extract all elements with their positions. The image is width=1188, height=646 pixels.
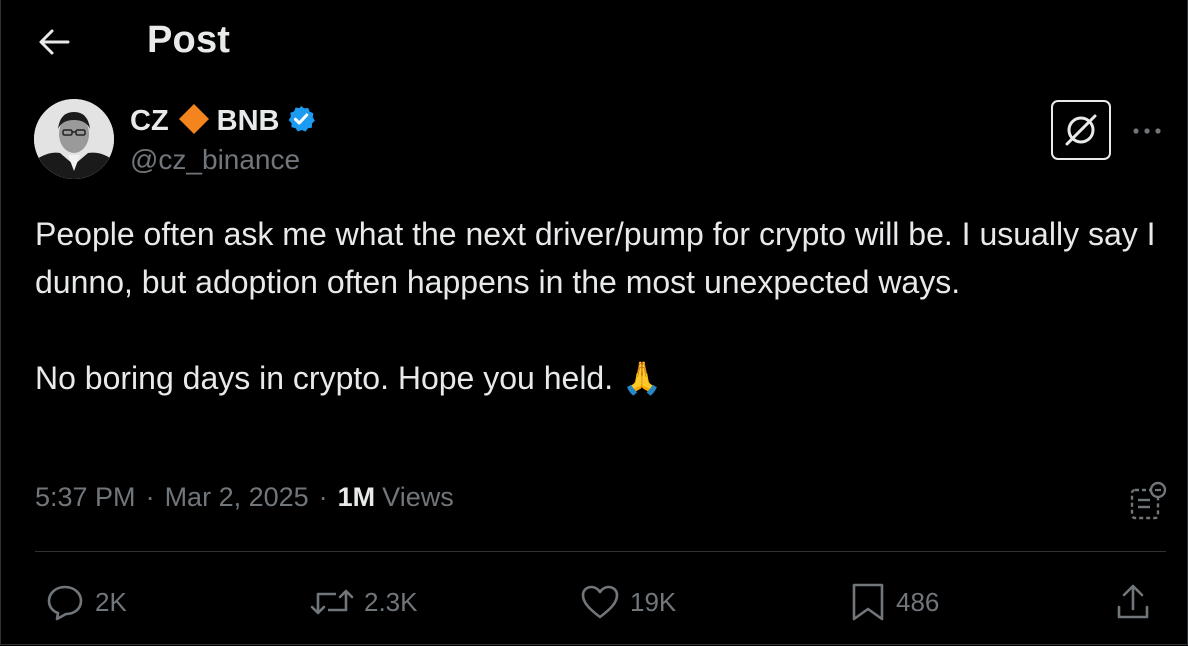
share-button[interactable] bbox=[1115, 582, 1151, 622]
avatar[interactable] bbox=[34, 99, 114, 179]
bookmark-button[interactable]: 486 bbox=[850, 582, 939, 622]
grok-icon bbox=[1065, 114, 1097, 146]
divider bbox=[35, 551, 1166, 552]
views-label: Views bbox=[382, 482, 454, 512]
author-name-first[interactable]: CZ bbox=[130, 105, 169, 138]
views-count: 1M bbox=[337, 482, 376, 512]
bookmark-icon bbox=[852, 583, 884, 621]
meta-separator: · bbox=[145, 482, 155, 512]
diamond-icon bbox=[177, 102, 211, 141]
post-date[interactable]: Mar 2, 2025 bbox=[165, 482, 309, 513]
share-icon bbox=[1117, 584, 1149, 619]
post-meta: 5:37 PM · Mar 2, 2025 · 1M Views bbox=[35, 482, 454, 513]
bookmark-count: 486 bbox=[896, 586, 940, 617]
author-handle[interactable]: @cz_binance bbox=[130, 144, 300, 176]
meta-separator: · bbox=[318, 482, 328, 512]
arrow-left-icon bbox=[39, 29, 70, 55]
post-paragraph-1: People often ask me what the next driver… bbox=[35, 216, 1156, 300]
like-button[interactable]: 19K bbox=[580, 582, 676, 622]
like-count: 19K bbox=[630, 586, 677, 617]
verified-badge-icon[interactable] bbox=[286, 104, 316, 139]
back-button[interactable] bbox=[36, 24, 72, 60]
page-title: Post bbox=[147, 19, 231, 61]
author-name-second[interactable]: BNB bbox=[217, 105, 280, 138]
reply-button[interactable]: 2K bbox=[45, 582, 127, 622]
grok-button[interactable] bbox=[1051, 100, 1111, 160]
repost-count: 2.3K bbox=[364, 586, 418, 617]
reply-icon bbox=[47, 585, 83, 621]
more-dots-icon bbox=[1133, 128, 1161, 134]
analytics-icon bbox=[1130, 481, 1167, 520]
heart-icon bbox=[581, 585, 619, 619]
more-options-button[interactable] bbox=[1130, 114, 1164, 148]
author-name-row[interactable]: CZ BNB bbox=[130, 103, 316, 139]
reply-count: 2K bbox=[95, 586, 127, 617]
repost-button[interactable]: 2.3K bbox=[310, 582, 418, 622]
analytics-button[interactable] bbox=[1128, 480, 1168, 522]
top-bar: Post bbox=[0, 0, 1188, 86]
avatar-photo bbox=[34, 99, 114, 179]
post-time[interactable]: 5:37 PM bbox=[35, 482, 136, 513]
post-paragraph-2: No boring days in crypto. Hope you held.… bbox=[35, 360, 662, 396]
repost-icon bbox=[310, 589, 354, 615]
post-text: People often ask me what the next driver… bbox=[35, 210, 1165, 402]
